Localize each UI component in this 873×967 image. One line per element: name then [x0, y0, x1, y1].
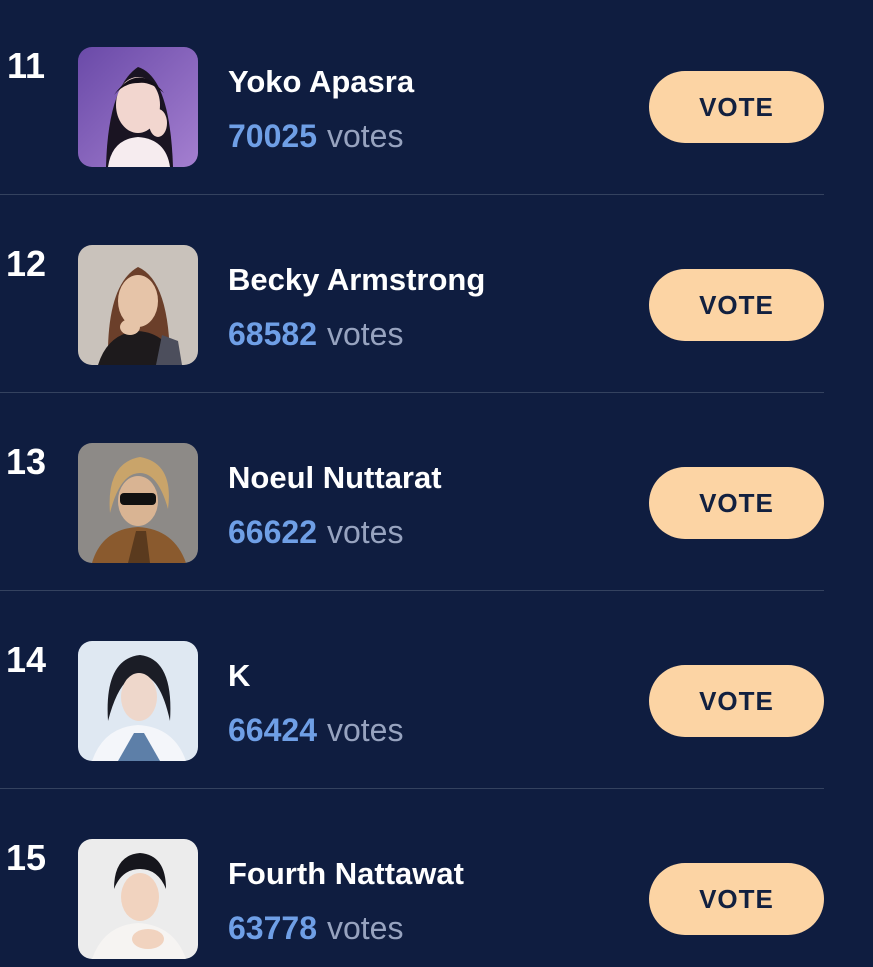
- vote-count: 70025: [228, 118, 317, 154]
- avatar: [78, 245, 198, 365]
- contestant-name: K: [228, 658, 251, 693]
- vote-unit: votes: [326, 910, 404, 946]
- vote-button[interactable]: VOTE: [649, 863, 824, 935]
- ranking-row: 11 Yoko Apasra 70025 votes VOTE: [0, 0, 873, 198]
- avatar-photo: [78, 839, 198, 959]
- avatar-photo: [78, 245, 198, 365]
- vote-count: 63778: [228, 910, 317, 946]
- avatar: [78, 47, 198, 167]
- vote-total: 68582 votes: [228, 312, 403, 356]
- row-divider: [0, 590, 824, 591]
- contestant-name: Noeul Nuttarat: [228, 460, 442, 495]
- rank-number: 15: [5, 837, 47, 878]
- row-divider: [0, 788, 824, 789]
- avatar-photo: [78, 641, 198, 761]
- avatar: [78, 443, 198, 563]
- avatar: [78, 641, 198, 761]
- vote-button[interactable]: VOTE: [649, 269, 824, 341]
- vote-total: 66424 votes: [228, 708, 403, 752]
- contestant-name: Fourth Nattawat: [228, 856, 464, 891]
- vote-unit: votes: [326, 514, 404, 550]
- contestant-name: Becky Armstrong: [228, 262, 486, 297]
- rank-number: 12: [5, 243, 47, 284]
- vote-unit: votes: [326, 712, 404, 748]
- vote-total: 70025 votes: [228, 114, 403, 158]
- vote-button[interactable]: VOTE: [649, 665, 824, 737]
- vote-total: 63778 votes: [228, 906, 403, 950]
- vote-total: 66622 votes: [228, 510, 403, 554]
- rank-number: 11: [6, 45, 46, 86]
- ranking-row: 12 Becky Armstrong 68582 votes VOTE: [0, 198, 873, 396]
- vote-unit: votes: [326, 316, 404, 352]
- vote-count: 66424: [228, 712, 317, 748]
- avatar: [78, 839, 198, 959]
- contestant-name: Yoko Apasra: [228, 64, 415, 99]
- ranking-row: 15 Fourth Nattawat 63778 votes VOTE: [0, 792, 873, 967]
- ranking-row: 14 K 66424 votes VOTE: [0, 594, 873, 792]
- ranking-row: 13 Noeul Nuttarat 66622 votes VOTE: [0, 396, 873, 594]
- vote-button[interactable]: VOTE: [649, 467, 824, 539]
- rank-number: 13: [5, 441, 47, 482]
- rank-number: 14: [5, 639, 47, 680]
- vote-button[interactable]: VOTE: [649, 71, 824, 143]
- ranking-list: 11 Yoko Apasra 70025 votes VOTE 12 Becky…: [0, 0, 873, 967]
- avatar-photo: [78, 443, 198, 563]
- row-divider: [0, 194, 824, 195]
- row-divider: [0, 392, 824, 393]
- vote-unit: votes: [326, 118, 404, 154]
- vote-count: 68582: [228, 316, 317, 352]
- vote-count: 66622: [228, 514, 317, 550]
- avatar-photo: [78, 47, 198, 167]
